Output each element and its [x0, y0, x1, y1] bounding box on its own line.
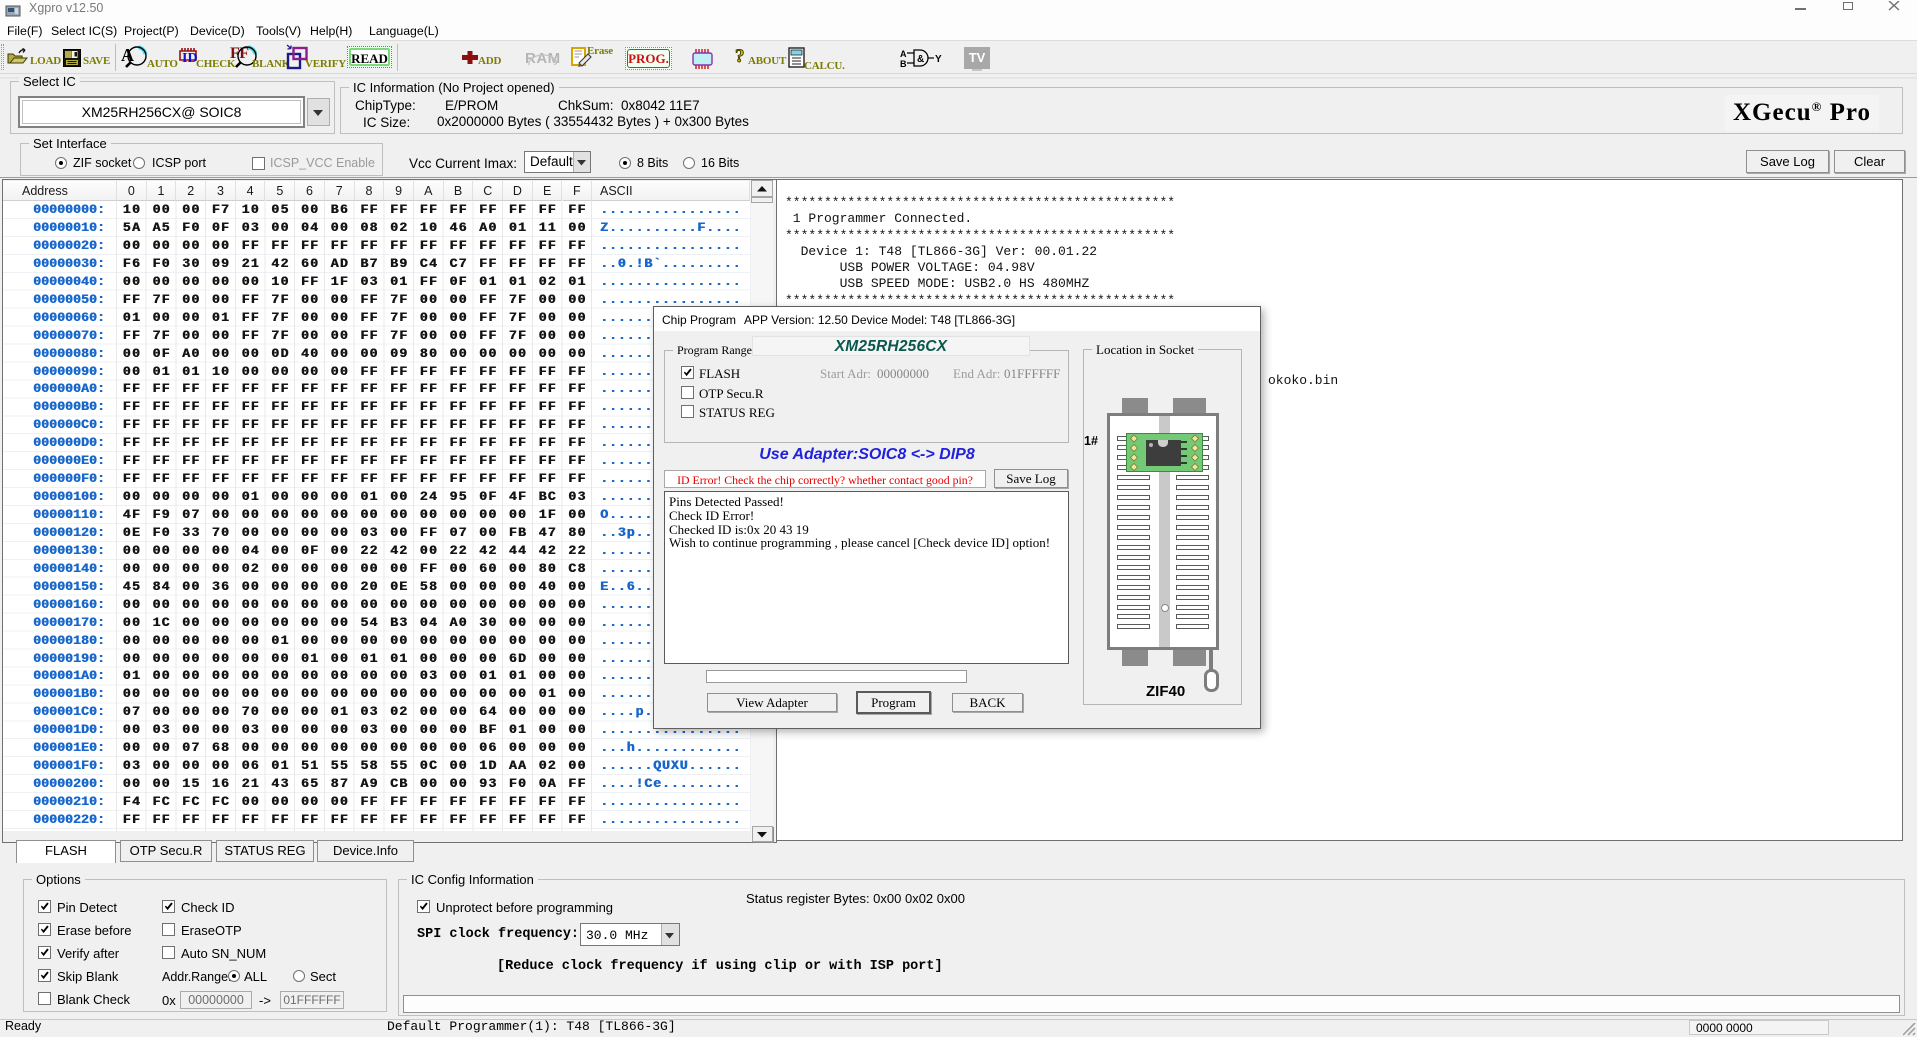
svg-text:B: B — [900, 59, 907, 69]
svg-text:A: A — [900, 49, 907, 59]
svg-text:&: & — [917, 54, 924, 65]
svg-text:Y: Y — [935, 54, 942, 65]
